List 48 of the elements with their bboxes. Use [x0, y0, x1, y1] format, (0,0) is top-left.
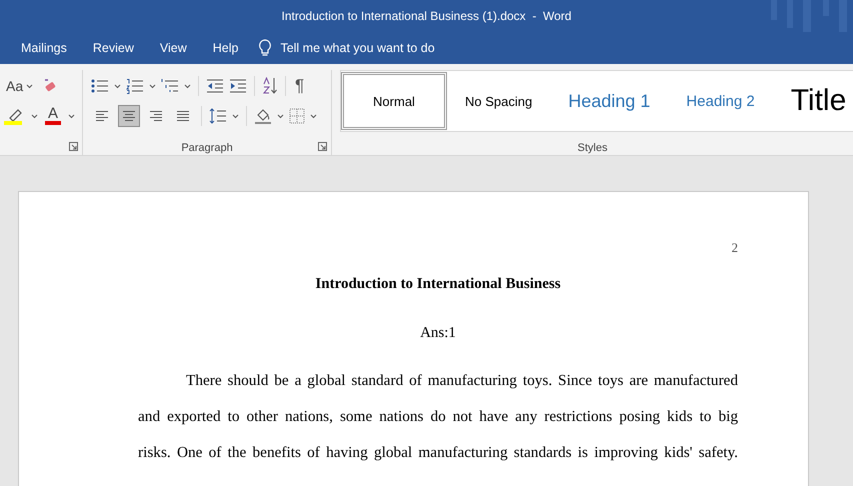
dialog-launcher-icon[interactable] [69, 142, 78, 151]
document-subtitle: Ans:1 [419, 324, 457, 343]
paragraph-line: and exported to other nations, some nations do not have any restrictions posing kids to big [138, 407, 738, 427]
line-spacing-icon[interactable] [209, 108, 227, 124]
dialog-launcher-icon[interactable] [318, 142, 327, 151]
borders-icon[interactable] [289, 108, 305, 124]
dropdown-caret-icon[interactable] [68, 114, 75, 118]
show-formatting-marks-button[interactable]: ¶ [293, 76, 306, 96]
align-button[interactable] [118, 105, 140, 127]
document-title: Introduction to International Business [314, 275, 562, 294]
sort-icon[interactable] [262, 77, 278, 95]
dropdown-caret-icon [26, 84, 34, 88]
style-option[interactable]: Heading 2 [668, 72, 773, 130]
align-lines-icon [176, 110, 190, 122]
decrease-indent-icon[interactable] [206, 78, 224, 94]
dropdown-caret-icon[interactable] [232, 114, 239, 118]
lightbulb-icon [258, 39, 272, 57]
dropdown-caret-icon[interactable] [277, 114, 284, 118]
style-option[interactable]: Normal [341, 72, 447, 130]
paragraph-line: There should be a global standard of manufacturing toys. Since toys are manufactured [185, 371, 738, 391]
numbered-list-icon[interactable] [126, 78, 144, 94]
group-label: Styles [576, 142, 608, 154]
paragraph-line: risks. One of the benefits of having global manufacturing standards is improving kids' safety. [138, 443, 738, 463]
menu-tab[interactable]: View [148, 37, 199, 59]
window-title: Introduction to International Business (1).docx - Word [282, 9, 572, 23]
group-label: Paragraph [180, 142, 234, 154]
tell-me-search[interactable]: Tell me what you want to do [258, 39, 480, 57]
align-lines-icon [122, 110, 136, 122]
dropdown-caret-icon[interactable] [114, 84, 121, 88]
page-number: 2 [730, 240, 738, 256]
change-case-button[interactable]: Aa [4, 78, 36, 94]
dropdown-caret-icon[interactable] [31, 114, 38, 118]
menu-tab[interactable]: Review [80, 37, 146, 59]
menu-tab[interactable]: Mailings [9, 37, 79, 59]
bullet-list-icon[interactable] [91, 78, 109, 94]
dropdown-caret-icon[interactable] [149, 84, 156, 88]
paint-bucket-icon[interactable] [254, 107, 272, 125]
dropdown-caret-icon[interactable] [184, 84, 191, 88]
increase-indent-icon[interactable] [229, 78, 247, 94]
multilevel-list-icon[interactable] [161, 78, 179, 94]
style-option[interactable]: Title [772, 72, 848, 130]
style-option[interactable]: No Spacing [447, 72, 550, 130]
menu-tab[interactable]: Help [200, 37, 250, 59]
font-color-button[interactable]: A [43, 107, 63, 125]
align-lines-icon [95, 110, 109, 122]
style-option[interactable]: Heading 1 [550, 72, 668, 130]
dropdown-caret-icon[interactable] [310, 114, 317, 118]
align-lines-icon [149, 110, 163, 122]
